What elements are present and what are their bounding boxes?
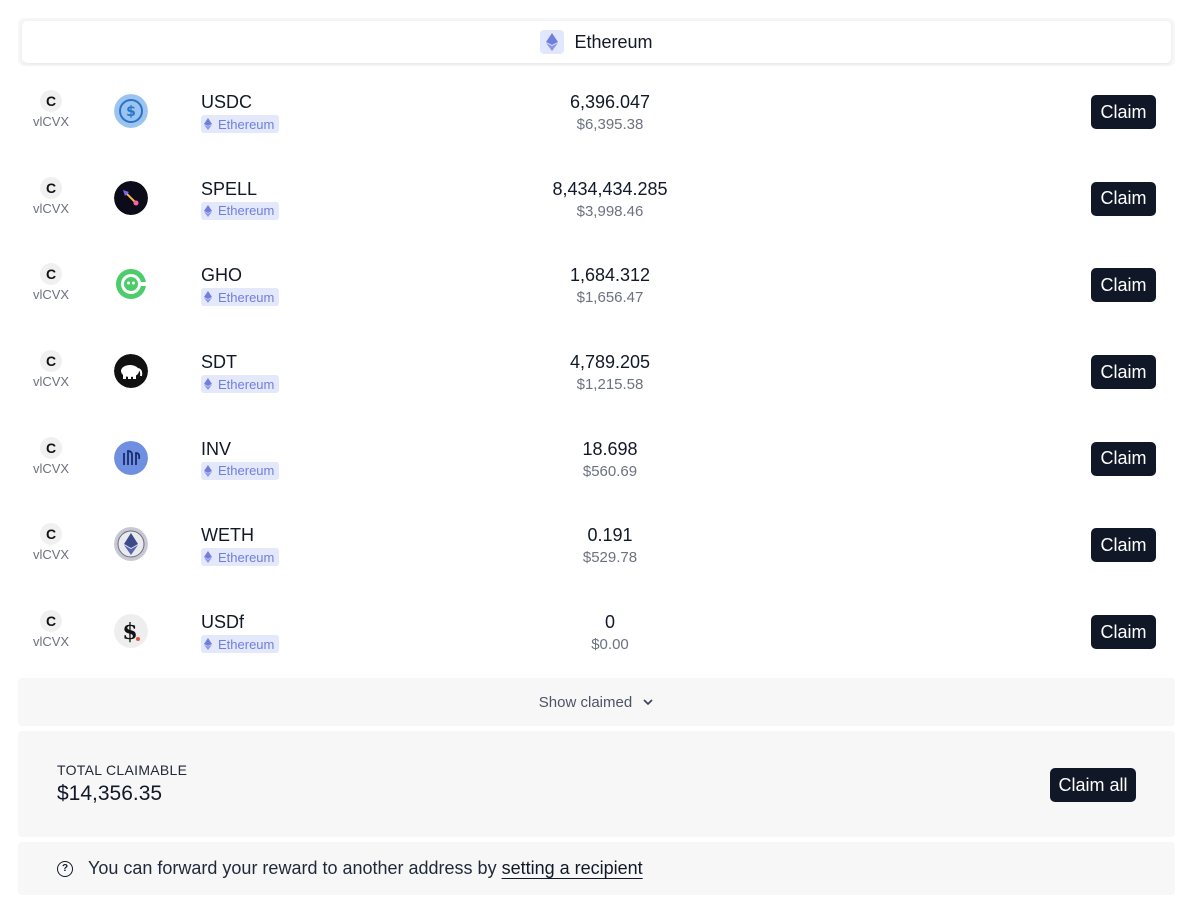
source-label: vlCVX bbox=[32, 547, 70, 563]
ethereum-icon bbox=[204, 291, 212, 304]
chain-badge: Ethereum bbox=[201, 635, 280, 654]
claim-button[interactable]: Claim bbox=[1091, 615, 1156, 650]
convex-logo-icon: C bbox=[40, 436, 62, 459]
source-label: vlCVX bbox=[32, 200, 70, 216]
reward-row-inv: C vlCVX INV Ethereum 18.698 $560.69 Clai… bbox=[18, 415, 1175, 502]
token-name: GHO bbox=[201, 265, 243, 286]
token-amount: 8,434,434.285 bbox=[552, 178, 668, 199]
convex-logo-icon: C bbox=[40, 350, 62, 373]
total-claimable-label: TOTAL CLAIMABLE bbox=[57, 762, 188, 778]
token-amount: 0 bbox=[604, 612, 615, 633]
sdt-icon bbox=[114, 354, 148, 389]
token-name: SDT bbox=[201, 352, 237, 373]
convex-logo-icon: C bbox=[40, 523, 62, 546]
token-name: USDC bbox=[201, 92, 253, 112]
usdc-icon: $ bbox=[114, 94, 148, 128]
source-label: vlCVX bbox=[32, 114, 70, 129]
reward-row-usdf: C vlCVX $ USDf Ethereum 0 $0.00 Claim bbox=[18, 588, 1175, 675]
ethereum-icon bbox=[204, 204, 212, 217]
reward-row-weth: C vlCVX WETH Ethereum 0.191 $529.78 Clai… bbox=[18, 501, 1175, 588]
usd-value: $6,395.38 bbox=[576, 116, 644, 133]
convex-logo-icon: C bbox=[40, 90, 62, 112]
ethereum-icon bbox=[204, 551, 212, 564]
token-name: WETH bbox=[201, 525, 254, 546]
claim-button[interactable]: Claim bbox=[1091, 181, 1156, 216]
usd-value: $529.78 bbox=[582, 549, 638, 567]
source-label: vlCVX bbox=[32, 374, 70, 390]
total-claimable-value: $14,356.35 bbox=[57, 782, 163, 805]
ethereum-icon bbox=[204, 118, 212, 130]
convex-logo-icon: C bbox=[40, 263, 62, 286]
gho-icon bbox=[114, 267, 148, 302]
usd-value: $560.69 bbox=[582, 462, 638, 480]
reward-row-spell: C vlCVX SPELL Ethereum 8,434,434.285 $3,… bbox=[18, 155, 1175, 242]
source-label: vlCVX bbox=[32, 634, 70, 650]
usd-value: $1,215.58 bbox=[576, 376, 644, 394]
weth-icon bbox=[114, 527, 148, 562]
token-amount: 4,789.205 bbox=[569, 352, 651, 373]
chain-badge: Ethereum bbox=[201, 548, 280, 567]
show-claimed-toggle[interactable]: Show claimed bbox=[18, 678, 1175, 726]
spell-icon bbox=[114, 180, 148, 215]
inv-icon bbox=[114, 440, 148, 475]
token-amount: 6,396.047 bbox=[569, 92, 651, 112]
source-label: vlCVX bbox=[32, 460, 70, 476]
usd-value: $0.00 bbox=[591, 636, 629, 654]
set-recipient-link[interactable]: setting a recipient bbox=[502, 858, 643, 879]
chain-badge: Ethereum bbox=[201, 288, 280, 307]
token-name: SPELL bbox=[201, 178, 258, 199]
claim-button[interactable]: Claim bbox=[1091, 441, 1156, 476]
token-amount: 1,684.312 bbox=[569, 265, 651, 286]
ethereum-icon bbox=[204, 638, 212, 651]
claim-button[interactable]: Claim bbox=[1091, 355, 1156, 390]
claim-button[interactable]: Claim bbox=[1091, 95, 1156, 129]
claim-all-button[interactable]: Claim all bbox=[1050, 768, 1136, 802]
svg-text:$: $ bbox=[126, 104, 136, 120]
chain-badge: Ethereum bbox=[201, 201, 280, 220]
chevron-down-icon bbox=[643, 699, 653, 706]
token-amount: 0.191 bbox=[587, 525, 633, 546]
usd-value: $1,656.47 bbox=[576, 289, 644, 307]
claim-button[interactable]: Claim bbox=[1091, 268, 1156, 303]
ethereum-icon bbox=[204, 378, 212, 391]
token-amount: 18.698 bbox=[582, 438, 638, 459]
reward-row-usdc: C vlCVX $ USDC Ethereum 6,396.047 $6,395… bbox=[18, 68, 1175, 155]
convex-logo-icon: C bbox=[40, 176, 62, 199]
usdf-icon: $ bbox=[114, 614, 148, 649]
chain-badge: Ethereum bbox=[201, 115, 280, 133]
convex-logo-icon: C bbox=[40, 610, 62, 633]
network-title: Ethereum bbox=[574, 31, 653, 52]
claim-rewards-page: Ethereum C vlCVX $ USDC Ethereum 6,396.0… bbox=[0, 0, 1200, 912]
ethereum-icon bbox=[204, 464, 212, 477]
reward-list: C vlCVX $ USDC Ethereum 6,396.047 $6,395… bbox=[18, 68, 1175, 675]
svg-text:$: $ bbox=[122, 619, 137, 645]
claim-button[interactable]: Claim bbox=[1091, 528, 1156, 563]
question-circle-icon: ? bbox=[57, 860, 73, 877]
chain-badge: Ethereum bbox=[201, 375, 280, 394]
reward-row-sdt: C vlCVX SDT Ethereum 4,789.205 $1,215.58… bbox=[18, 328, 1175, 415]
show-claimed-label: Show claimed bbox=[538, 693, 633, 711]
reward-row-gho: C vlCVX GHO Ethereum 1,684.312 $1,656.47… bbox=[18, 241, 1175, 328]
token-name: INV bbox=[201, 438, 232, 459]
usd-value: $3,998.46 bbox=[576, 202, 644, 220]
recipient-info: ? You can forward your reward to another… bbox=[18, 842, 1175, 895]
source-label: vlCVX bbox=[32, 287, 70, 303]
info-text: You can forward your reward to another a… bbox=[88, 858, 497, 878]
chain-badge: Ethereum bbox=[201, 461, 280, 480]
ethereum-icon bbox=[540, 30, 565, 54]
network-header: Ethereum bbox=[18, 18, 1175, 66]
token-name: USDf bbox=[201, 612, 245, 633]
total-claimable-panel: TOTAL CLAIMABLE $14,356.35 Claim all bbox=[18, 731, 1175, 837]
